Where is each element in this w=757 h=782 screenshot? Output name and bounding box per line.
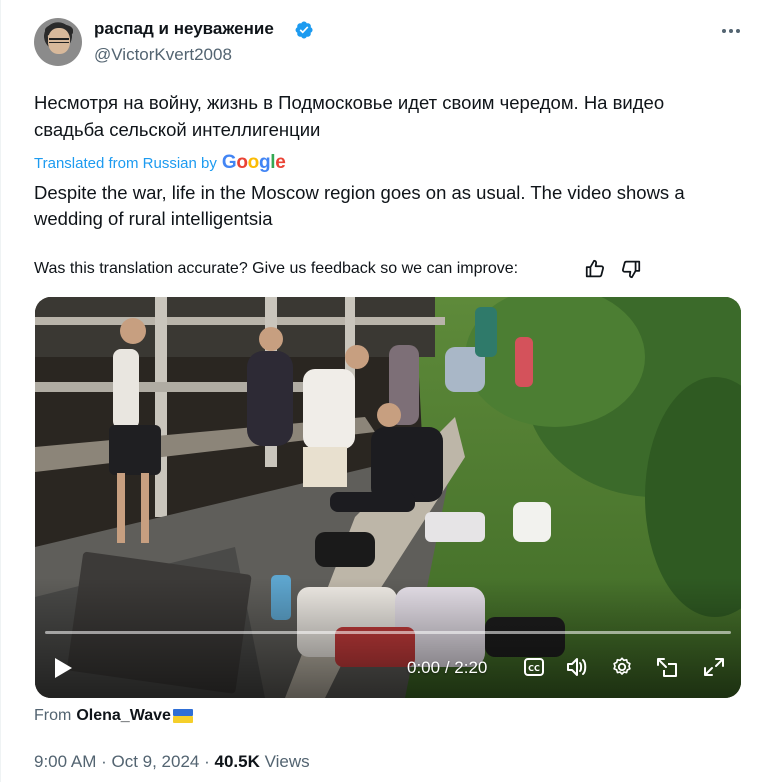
more-options-button[interactable] (720, 20, 742, 42)
views-count: 40.5K (214, 752, 260, 771)
tweet-meta: 9:00 AM · Oct 9, 2024 · 40.5K Views (34, 752, 310, 772)
video-time: 0:00 / 2:20 (407, 658, 487, 678)
translation-attribution[interactable]: Translated from Russian by Google (34, 152, 286, 174)
ukraine-flag-icon (172, 709, 193, 723)
more-dots-icon (722, 29, 740, 33)
pop-out-icon[interactable] (655, 656, 679, 678)
volume-icon[interactable] (565, 656, 589, 678)
translation-feedback-prompt: Was this translation accurate? Give us f… (34, 260, 519, 277)
fullscreen-icon[interactable] (702, 656, 726, 678)
tweet: распад и неуважение @VictorKvert2008 Нес… (0, 0, 757, 782)
avatar[interactable] (34, 18, 82, 66)
meta-separator: · (96, 752, 112, 771)
tweet-date[interactable]: Oct 9, 2024 (111, 752, 199, 771)
tweet-original-text: Несмотря на войну, жизнь в Подмосковье и… (34, 92, 665, 140)
settings-icon[interactable] (611, 656, 633, 678)
meta-separator-2: · (199, 752, 215, 771)
video-time-current: 0:00 (407, 658, 441, 677)
video-time-total: 2:20 (454, 658, 488, 677)
thumbs-up-icon[interactable] (584, 258, 606, 280)
tweet-time[interactable]: 9:00 AM (34, 752, 96, 771)
avatar-glasses (49, 38, 69, 43)
translated-from-label: Translated from Russian by (34, 154, 217, 172)
video-player[interactable]: 0:00 / 2:20 CC (35, 297, 741, 698)
verified-badge-icon[interactable] (294, 20, 314, 40)
google-logo: Google (221, 152, 286, 173)
video-attribution: From Olena_Wave (34, 707, 193, 725)
video-progress-bar[interactable] (45, 631, 731, 634)
tweet-translated-text: Despite the war, life in the Moscow regi… (34, 182, 685, 229)
author-display-name[interactable]: распад и неуважение (94, 19, 274, 39)
thumbs-down-icon[interactable] (620, 258, 642, 280)
svg-text:CC: CC (528, 664, 540, 673)
play-icon[interactable] (52, 656, 74, 680)
attribution-source-link[interactable]: Olena_Wave (76, 707, 171, 725)
video-frame (35, 297, 741, 698)
views-label: Views (259, 752, 310, 771)
author-handle[interactable]: @VictorKvert2008 (94, 45, 232, 65)
video-time-separator: / (440, 658, 455, 677)
closed-captions-icon[interactable]: CC (523, 656, 545, 678)
attribution-prefix: From (34, 707, 72, 724)
